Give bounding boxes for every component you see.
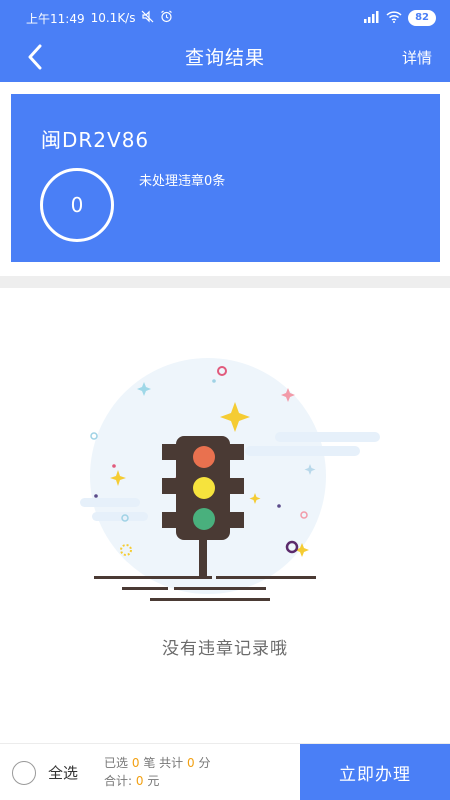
wifi-icon	[386, 10, 402, 26]
alarm-icon	[160, 10, 173, 26]
total-money: 0	[135, 774, 144, 788]
violation-count: 0	[70, 193, 84, 217]
summary-line-1: 已选 0 笔 共计 0 分	[104, 754, 210, 772]
network-speed: 10.1K/s	[90, 11, 136, 25]
selected-unit: 笔	[143, 756, 156, 770]
vehicle-card: 闽DR2V86 0 未处理违章0条	[11, 94, 440, 262]
section-divider	[0, 276, 450, 288]
select-all-radio[interactable]	[12, 761, 36, 785]
selected-count: 0	[131, 756, 140, 770]
money-unit: 元	[147, 774, 160, 788]
mute-icon	[141, 10, 154, 26]
empty-state-message: 没有违章记录哦	[162, 639, 288, 659]
selected-prefix: 已选	[104, 756, 129, 770]
status-bar: 上午11:49 10.1K/s 82	[0, 0, 450, 36]
total-points: 0	[187, 756, 195, 770]
detail-link[interactable]: 详情	[402, 36, 432, 82]
submit-button[interactable]: 立即办理	[300, 744, 450, 800]
total-points-prefix: 共计	[159, 756, 184, 770]
summary-line-2: 合计: 0 元	[104, 772, 210, 790]
empty-illustration	[80, 358, 380, 608]
points-unit: 分	[198, 756, 211, 770]
bottom-action-bar: 全选 已选 0 笔 共计 0 分 合计: 0 元 立即办理	[0, 743, 450, 800]
page-title: 查询结果	[184, 47, 265, 69]
status-time: 上午11:49	[26, 11, 85, 26]
select-all-label[interactable]: 全选	[48, 762, 78, 783]
pending-violations-text: 未处理违章0条	[139, 174, 226, 189]
battery-indicator: 82	[408, 10, 436, 26]
violation-count-circle: 0	[40, 168, 114, 242]
signal-icon	[364, 10, 380, 26]
selection-summary: 已选 0 笔 共计 0 分 合计: 0 元	[104, 754, 210, 790]
total-money-prefix: 合计:	[104, 774, 133, 788]
nav-bar: 查询结果 详情	[0, 36, 450, 82]
license-plate: 闽DR2V86	[41, 128, 150, 152]
